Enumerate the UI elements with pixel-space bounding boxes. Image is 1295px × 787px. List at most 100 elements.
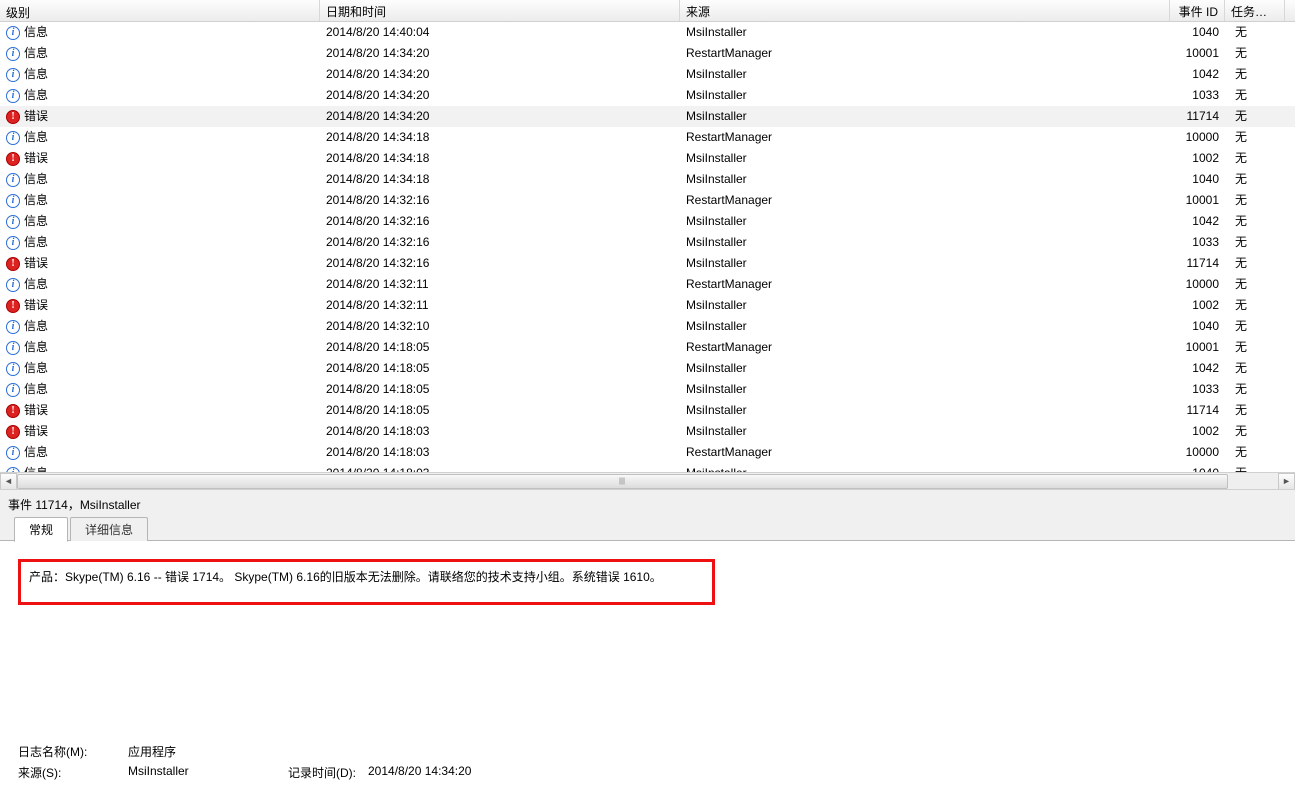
table-row[interactable]: i信息2014/8/20 14:34:20MsiInstaller1033无 [0,85,1295,106]
level-text: 错误 [24,400,48,421]
col-header-source[interactable]: 来源 [680,0,1170,21]
cell-task: 无 [1225,148,1285,169]
cell-date: 2014/8/20 14:32:11 [320,295,680,316]
cell-date: 2014/8/20 14:40:04 [320,22,680,43]
table-row[interactable]: !错误2014/8/20 14:34:20MsiInstaller11714无 [0,106,1295,127]
info-icon: i [6,278,20,292]
cell-eventid: 1040 [1170,169,1225,190]
cell-source: MsiInstaller [680,106,1170,127]
event-meta: 日志名称(M): 应用程序 来源(S): MsiInstaller 记录时间(D… [18,739,471,781]
cell-date: 2014/8/20 14:34:18 [320,127,680,148]
cell-date: 2014/8/20 14:34:20 [320,106,680,127]
col-header-eventid[interactable]: 事件 ID [1170,0,1225,21]
info-icon: i [6,89,20,103]
level-text: 信息 [24,127,48,148]
cell-source: MsiInstaller [680,85,1170,106]
cell-date: 2014/8/20 14:18:05 [320,379,680,400]
table-row[interactable]: i信息2014/8/20 14:40:04MsiInstaller1040无 [0,22,1295,43]
col-header-level[interactable]: 级别 [0,0,320,21]
horizontal-scrollbar[interactable]: ◄ ► [0,472,1295,489]
cell-source: MsiInstaller [680,64,1170,85]
level-text: 信息 [24,442,48,463]
info-icon: i [6,68,20,82]
event-list-body: i信息2014/8/20 14:40:04MsiInstaller1040无i信… [0,22,1295,484]
cell-level: !错误 [0,253,320,274]
cell-level: !错误 [0,106,320,127]
level-text: 信息 [24,274,48,295]
cell-date: 2014/8/20 14:34:18 [320,169,680,190]
cell-source: RestartManager [680,43,1170,64]
cell-source: MsiInstaller [680,22,1170,43]
meta-logname-value: 应用程序 [128,743,288,760]
cell-eventid: 1040 [1170,316,1225,337]
table-row[interactable]: i信息2014/8/20 14:34:20RestartManager10001… [0,43,1295,64]
table-row[interactable]: i信息2014/8/20 14:32:16MsiInstaller1042无 [0,211,1295,232]
event-list: 级别 日期和时间 来源 事件 ID 任务类别 i信息2014/8/20 14:4… [0,0,1295,490]
table-row[interactable]: i信息2014/8/20 14:18:05MsiInstaller1033无 [0,379,1295,400]
tab-details[interactable]: 详细信息 [70,517,148,541]
cell-level: !错误 [0,295,320,316]
detail-tabs: 常规 详细信息 [0,517,1295,541]
table-row[interactable]: i信息2014/8/20 14:34:18RestartManager10000… [0,127,1295,148]
tab-general[interactable]: 常规 [14,517,68,542]
cell-task: 无 [1225,22,1285,43]
col-header-task[interactable]: 任务类别 [1225,0,1285,21]
cell-source: MsiInstaller [680,148,1170,169]
cell-task: 无 [1225,337,1285,358]
info-icon: i [6,383,20,397]
table-row[interactable]: !错误2014/8/20 14:34:18MsiInstaller1002无 [0,148,1295,169]
cell-date: 2014/8/20 14:32:16 [320,211,680,232]
table-row[interactable]: i信息2014/8/20 14:32:10MsiInstaller1040无 [0,316,1295,337]
info-icon: i [6,362,20,376]
cell-eventid: 10000 [1170,274,1225,295]
table-row[interactable]: i信息2014/8/20 14:18:05MsiInstaller1042无 [0,358,1295,379]
scroll-right-button[interactable]: ► [1278,473,1295,490]
table-row[interactable]: i信息2014/8/20 14:32:16RestartManager10001… [0,190,1295,211]
level-text: 错误 [24,148,48,169]
table-row[interactable]: i信息2014/8/20 14:18:05RestartManager10001… [0,337,1295,358]
level-text: 信息 [24,232,48,253]
table-row[interactable]: !错误2014/8/20 14:18:03MsiInstaller1002无 [0,421,1295,442]
cell-task: 无 [1225,316,1285,337]
info-icon: i [6,173,20,187]
cell-task: 无 [1225,442,1285,463]
info-icon: i [6,131,20,145]
table-row[interactable]: i信息2014/8/20 14:34:20MsiInstaller1042无 [0,64,1295,85]
cell-eventid: 10001 [1170,190,1225,211]
table-row[interactable]: i信息2014/8/20 14:18:03RestartManager10000… [0,442,1295,463]
scroll-left-button[interactable]: ◄ [0,473,17,490]
table-row[interactable]: !错误2014/8/20 14:18:05MsiInstaller11714无 [0,400,1295,421]
info-icon: i [6,446,20,460]
error-icon: ! [6,299,20,313]
table-row[interactable]: !错误2014/8/20 14:32:11MsiInstaller1002无 [0,295,1295,316]
cell-task: 无 [1225,232,1285,253]
cell-task: 无 [1225,169,1285,190]
table-row[interactable]: i信息2014/8/20 14:32:16MsiInstaller1033无 [0,232,1295,253]
cell-level: i 信息 [0,274,320,295]
detail-title: 事件 11714，MsiInstaller [0,490,1295,517]
cell-date: 2014/8/20 14:18:05 [320,400,680,421]
cell-level: !错误 [0,400,320,421]
table-row[interactable]: i信息2014/8/20 14:34:18MsiInstaller1040无 [0,169,1295,190]
cell-task: 无 [1225,85,1285,106]
info-icon: i [6,47,20,61]
cell-eventid: 1042 [1170,64,1225,85]
level-text: 错误 [24,253,48,274]
level-text: 信息 [24,85,48,106]
col-header-date[interactable]: 日期和时间 [320,0,680,21]
cell-eventid: 1040 [1170,22,1225,43]
level-text: 信息 [24,379,48,400]
cell-level: i信息 [0,232,320,253]
cell-task: 无 [1225,127,1285,148]
cell-source: MsiInstaller [680,253,1170,274]
table-row[interactable]: !错误2014/8/20 14:32:16MsiInstaller11714无 [0,253,1295,274]
scroll-track[interactable] [17,473,1278,490]
cell-task: 无 [1225,379,1285,400]
cell-source: RestartManager [680,190,1170,211]
level-text: 信息 [24,358,48,379]
info-icon: i [6,341,20,355]
scroll-thumb[interactable] [17,474,1228,489]
cell-eventid: 10001 [1170,337,1225,358]
table-row[interactable]: i信息2014/8/20 14:32:11RestartManager10000… [0,274,1295,295]
level-text: 信息 [24,211,48,232]
